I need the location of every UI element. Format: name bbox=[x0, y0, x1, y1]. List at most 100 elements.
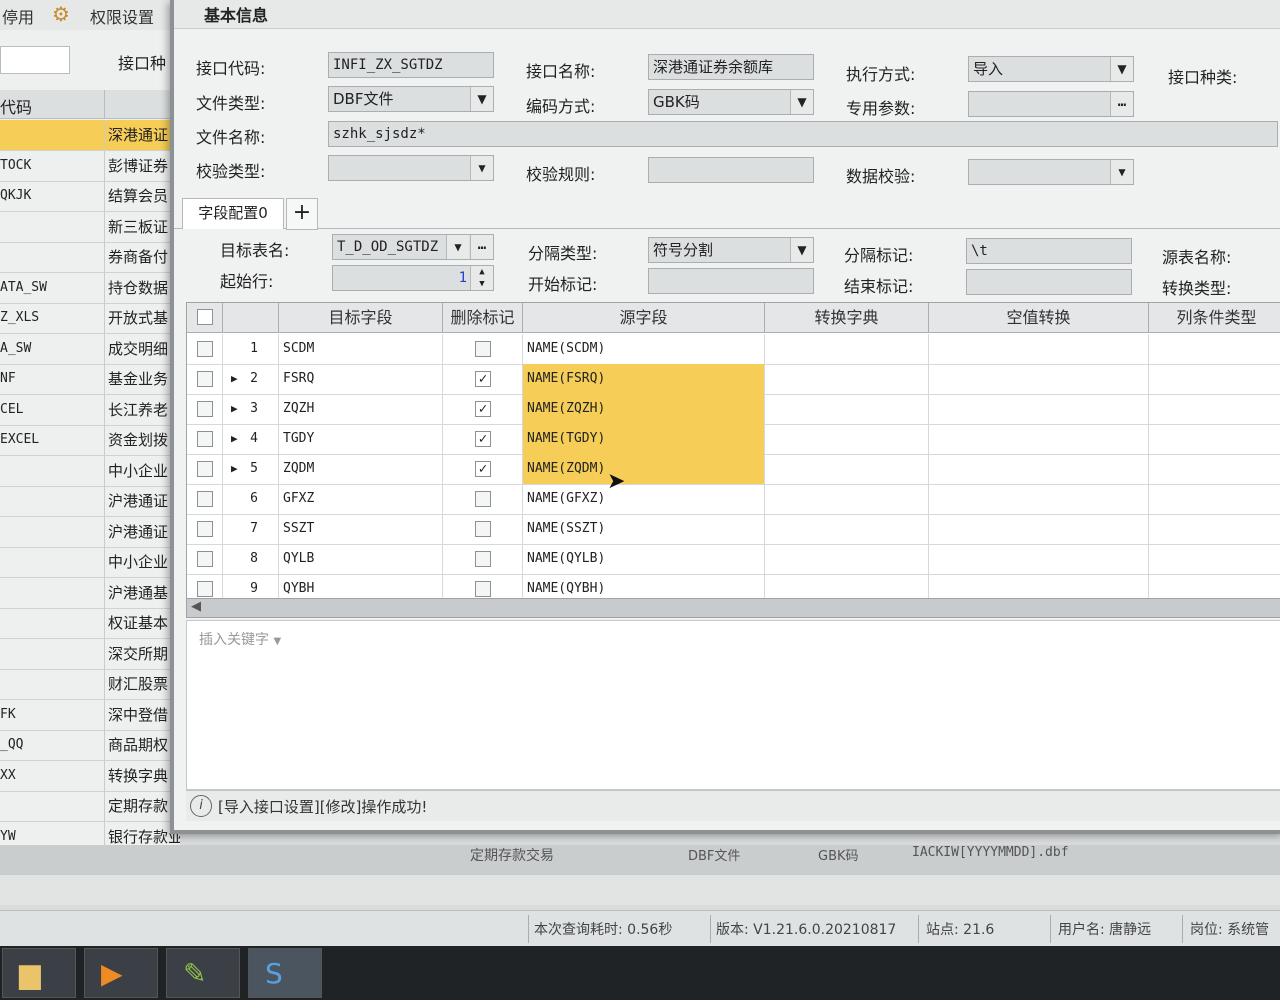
row-expand-icon[interactable]: ▶ bbox=[231, 454, 238, 484]
conv-dict-cell[interactable] bbox=[765, 544, 929, 574]
null-conv-cell[interactable] bbox=[929, 574, 1149, 599]
row-expand-icon[interactable]: ▶ bbox=[231, 424, 238, 454]
list-item[interactable]: NF 基金业务 bbox=[0, 364, 180, 395]
list-item[interactable]: 深交所期 bbox=[0, 638, 180, 670]
file-type-select[interactable]: DBF文件 ▼ bbox=[328, 86, 494, 112]
source-field-cell[interactable]: NAME(FSRQ) bbox=[523, 364, 765, 394]
list-item[interactable]: 权证基本 bbox=[0, 608, 180, 639]
chevron-down-icon[interactable]: ▼ bbox=[446, 235, 469, 259]
row-select-checkbox[interactable] bbox=[197, 491, 213, 507]
target-field-cell[interactable]: GFXZ bbox=[279, 484, 443, 514]
list-item[interactable]: CEL 长江养老 bbox=[0, 394, 180, 426]
taskbar-notepad-button[interactable]: ✎ bbox=[166, 948, 240, 998]
conv-dict-cell[interactable] bbox=[765, 334, 929, 364]
add-tab-icon[interactable]: + bbox=[286, 198, 318, 230]
target-field-cell[interactable]: TGDY bbox=[279, 424, 443, 454]
target-field-cell[interactable]: ZQDM bbox=[279, 454, 443, 484]
row-expand-icon[interactable]: ▶ bbox=[231, 364, 238, 394]
col-cond-type-cell[interactable] bbox=[1149, 514, 1280, 544]
chevron-down-icon[interactable]: ▼ bbox=[790, 90, 813, 114]
list-item[interactable]: 新三板证 bbox=[0, 211, 180, 243]
ellipsis-icon[interactable]: … bbox=[1110, 92, 1133, 116]
null-conv-cell[interactable] bbox=[929, 394, 1149, 424]
list-item[interactable]: 沪港通基 bbox=[0, 577, 180, 609]
delete-mark-checkbox[interactable] bbox=[475, 521, 491, 537]
chevron-down-icon[interactable]: ▼ bbox=[1110, 160, 1133, 184]
null-conv-cell[interactable] bbox=[929, 334, 1149, 364]
null-conv-cell[interactable] bbox=[929, 544, 1149, 574]
col-cond-type-cell[interactable] bbox=[1149, 394, 1280, 424]
chevron-down-icon[interactable]: ▼ bbox=[790, 238, 813, 262]
chevron-down-icon[interactable]: ▼ bbox=[1110, 57, 1133, 81]
toolbar-stop-button[interactable]: 停用 bbox=[2, 4, 34, 28]
taskbar-media-button[interactable]: ▶ bbox=[84, 948, 158, 998]
source-field-cell[interactable]: NAME(QYLB) bbox=[523, 544, 765, 574]
delete-mark-checkbox[interactable]: ✓ bbox=[475, 401, 491, 417]
col-cond-type-cell[interactable] bbox=[1149, 484, 1280, 514]
horizontal-scrollbar[interactable]: ◀ bbox=[186, 598, 1280, 618]
col-cond-type-cell[interactable] bbox=[1149, 424, 1280, 454]
list-item[interactable]: ATA_SW 持仓数据 bbox=[0, 272, 180, 304]
list-item[interactable]: QKJK 结算会员 bbox=[0, 181, 180, 212]
row-expand-icon[interactable]: ▶ bbox=[231, 394, 238, 424]
conv-dict-cell[interactable] bbox=[765, 394, 929, 424]
source-field-header[interactable]: 源字段 bbox=[523, 303, 765, 333]
sep-type-select[interactable]: 符号分割 ▼ bbox=[648, 237, 814, 263]
delete-mark-header[interactable]: 删除标记 bbox=[443, 303, 523, 333]
target-table-select[interactable]: T_D_OD_SGTDZ … ▼ bbox=[332, 234, 494, 260]
table-row[interactable]: 9 QYBH NAME(QYBH) bbox=[187, 574, 1280, 599]
interface-name-field[interactable]: 深港通证券余额库 bbox=[648, 54, 814, 80]
tab-field-config-0[interactable]: 字段配置0 bbox=[182, 198, 284, 229]
col-cond-type-cell[interactable] bbox=[1149, 544, 1280, 574]
target-field-cell[interactable]: SSZT bbox=[279, 514, 443, 544]
chevron-down-icon[interactable]: ▼ bbox=[470, 156, 493, 180]
encoding-select[interactable]: GBK码 ▼ bbox=[648, 89, 814, 115]
delete-mark-checkbox[interactable] bbox=[475, 581, 491, 597]
source-field-cell[interactable]: NAME(ZQDM) bbox=[523, 454, 765, 484]
interface-code-field[interactable]: INFI_ZX_SGTDZ bbox=[328, 52, 494, 78]
table-row[interactable]: 4 ▶ TGDY ✓ NAME(TGDY) bbox=[187, 424, 1280, 455]
null-conv-cell[interactable] bbox=[929, 424, 1149, 454]
chevron-down-icon[interactable]: ▼ bbox=[470, 87, 493, 111]
start-mark-field[interactable] bbox=[648, 268, 814, 294]
conv-dict-header[interactable]: 转换字典 bbox=[765, 303, 929, 333]
table-row[interactable]: 1 SCDM NAME(SCDM) bbox=[187, 334, 1280, 365]
list-item[interactable]: _QQ 商品期权 bbox=[0, 730, 180, 761]
list-item[interactable]: XX 转换字典 bbox=[0, 760, 180, 792]
list-item[interactable]: Z_XLS 开放式基 bbox=[0, 303, 180, 334]
conv-dict-cell[interactable] bbox=[765, 484, 929, 514]
list-item[interactable]: A_SW 成交明细 bbox=[0, 333, 180, 365]
exec-mode-select[interactable]: 导入 ▼ bbox=[968, 56, 1134, 82]
target-field-header[interactable]: 目标字段 bbox=[279, 303, 443, 333]
search-input[interactable] bbox=[0, 46, 70, 74]
keyword-editor[interactable]: 插入关键字 ▼ bbox=[186, 620, 1280, 790]
row-select-checkbox[interactable] bbox=[197, 401, 213, 417]
source-field-cell[interactable]: NAME(SSZT) bbox=[523, 514, 765, 544]
null-conv-cell[interactable] bbox=[929, 364, 1149, 394]
insert-keyword-dropdown[interactable]: 插入关键字 ▼ bbox=[199, 629, 281, 649]
col-cond-type-header[interactable]: 列条件类型 bbox=[1149, 303, 1280, 333]
taskbar-explorer-button[interactable]: ▆ bbox=[2, 948, 76, 998]
data-verify-select[interactable]: ▼ bbox=[968, 159, 1134, 185]
row-select-checkbox[interactable] bbox=[197, 371, 213, 387]
ellipsis-icon[interactable]: … bbox=[470, 235, 493, 259]
list-item[interactable]: 中小企业 bbox=[0, 547, 180, 578]
verify-type-select[interactable]: ▼ bbox=[328, 155, 494, 181]
list-item[interactable]: 财汇股票 bbox=[0, 669, 180, 700]
delete-mark-checkbox[interactable] bbox=[475, 341, 491, 357]
row-select-checkbox[interactable] bbox=[197, 551, 213, 567]
bottom-list-row[interactable]: 定期存款交易 DBF文件 GBK码 IACKIW[YYYYMMDD].dbf bbox=[0, 845, 1280, 875]
special-param-field[interactable]: … bbox=[968, 91, 1134, 117]
col-cond-type-cell[interactable] bbox=[1149, 454, 1280, 484]
target-field-cell[interactable]: ZQZH bbox=[279, 394, 443, 424]
select-all-checkbox[interactable] bbox=[197, 309, 213, 325]
row-select-checkbox[interactable] bbox=[197, 581, 213, 597]
source-field-cell[interactable]: NAME(ZQZH) bbox=[523, 394, 765, 424]
end-mark-field[interactable] bbox=[966, 269, 1132, 295]
col-cond-type-cell[interactable] bbox=[1149, 364, 1280, 394]
stepper-arrows-icon[interactable]: ▲ ▼ bbox=[470, 266, 493, 290]
source-field-cell[interactable]: NAME(GFXZ) bbox=[523, 484, 765, 514]
target-field-cell[interactable]: QYLB bbox=[279, 544, 443, 574]
conv-dict-cell[interactable] bbox=[765, 574, 929, 599]
col-cond-type-cell[interactable] bbox=[1149, 574, 1280, 599]
